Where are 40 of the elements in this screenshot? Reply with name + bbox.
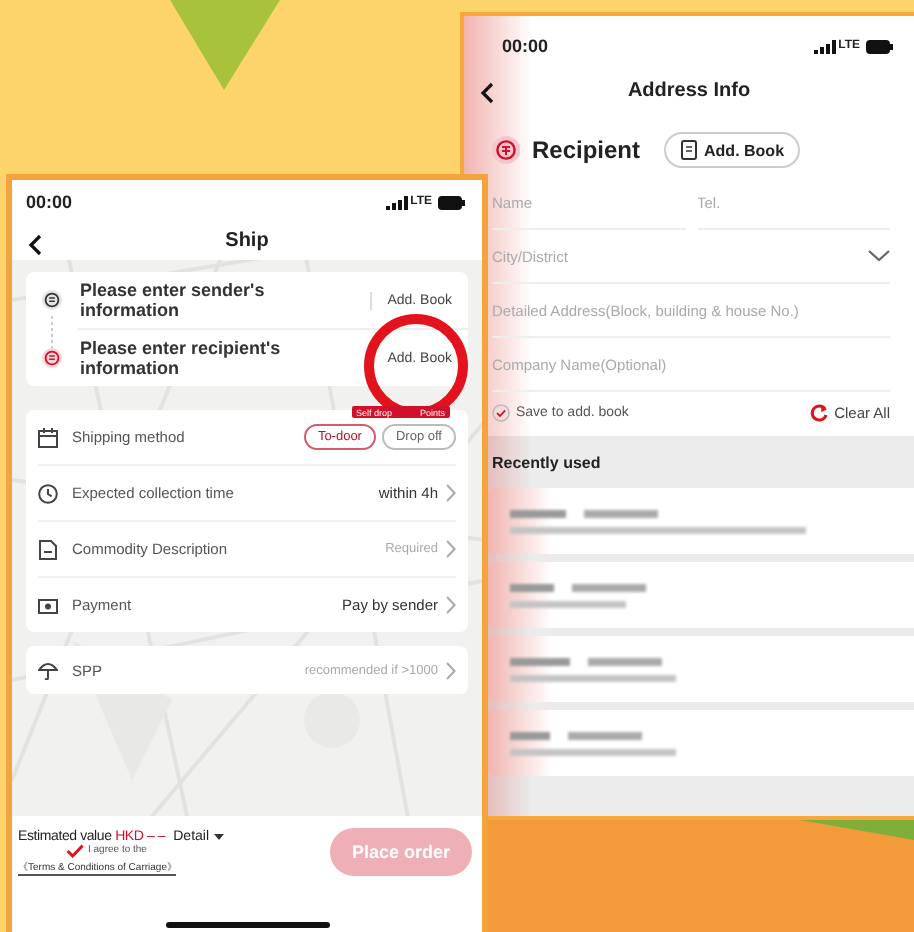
- recipient-icon: [42, 348, 62, 368]
- back-icon: [28, 234, 42, 256]
- umbrella-icon: [38, 660, 58, 680]
- prompt-text[interactable]: Please enter recipient's information: [80, 338, 354, 378]
- cash-icon: [38, 595, 58, 615]
- section-title: Recently used: [490, 452, 603, 476]
- calendar-icon: [38, 427, 58, 447]
- address-card[interactable]: [488, 710, 914, 776]
- chevron-right-icon: [446, 540, 456, 558]
- status-time: 00:00: [26, 192, 73, 212]
- battery-icon: [438, 195, 466, 209]
- checkbox-icon[interactable]: [492, 404, 510, 422]
- battery-icon: [866, 39, 894, 53]
- caret-icon: [213, 833, 224, 839]
- chevron-right-icon: [446, 661, 456, 679]
- document-icon: [38, 539, 58, 559]
- address-card[interactable]: [488, 488, 914, 554]
- clock-icon: [38, 483, 58, 503]
- address-card[interactable]: [488, 636, 914, 702]
- chevron-right-icon: [446, 484, 456, 502]
- chevron-right-icon: [446, 596, 456, 614]
- address-book-button[interactable]: Add. Book: [664, 132, 801, 168]
- blurred-text-drawing: [508, 581, 648, 609]
- connector-line: [50, 316, 54, 348]
- section-title: Recipient: [532, 136, 641, 164]
- prompt-text[interactable]: Please enter sender's information: [80, 280, 352, 320]
- refresh-icon: [810, 404, 829, 422]
- signal-icon: [814, 39, 837, 53]
- decorative-triangle: [170, 0, 280, 90]
- checkmark-icon[interactable]: [66, 843, 84, 857]
- sender-icon: [42, 290, 62, 310]
- chevron-down-icon: [868, 250, 890, 262]
- status-time: 00:00: [502, 36, 549, 56]
- address-card[interactable]: [488, 562, 914, 628]
- recipient-icon: [492, 136, 520, 164]
- screen-title: Ship: [225, 229, 269, 251]
- screen-title: Address Info: [627, 79, 751, 101]
- book-icon: [680, 140, 699, 160]
- back-icon: [480, 82, 494, 104]
- signal-icon: [386, 195, 409, 209]
